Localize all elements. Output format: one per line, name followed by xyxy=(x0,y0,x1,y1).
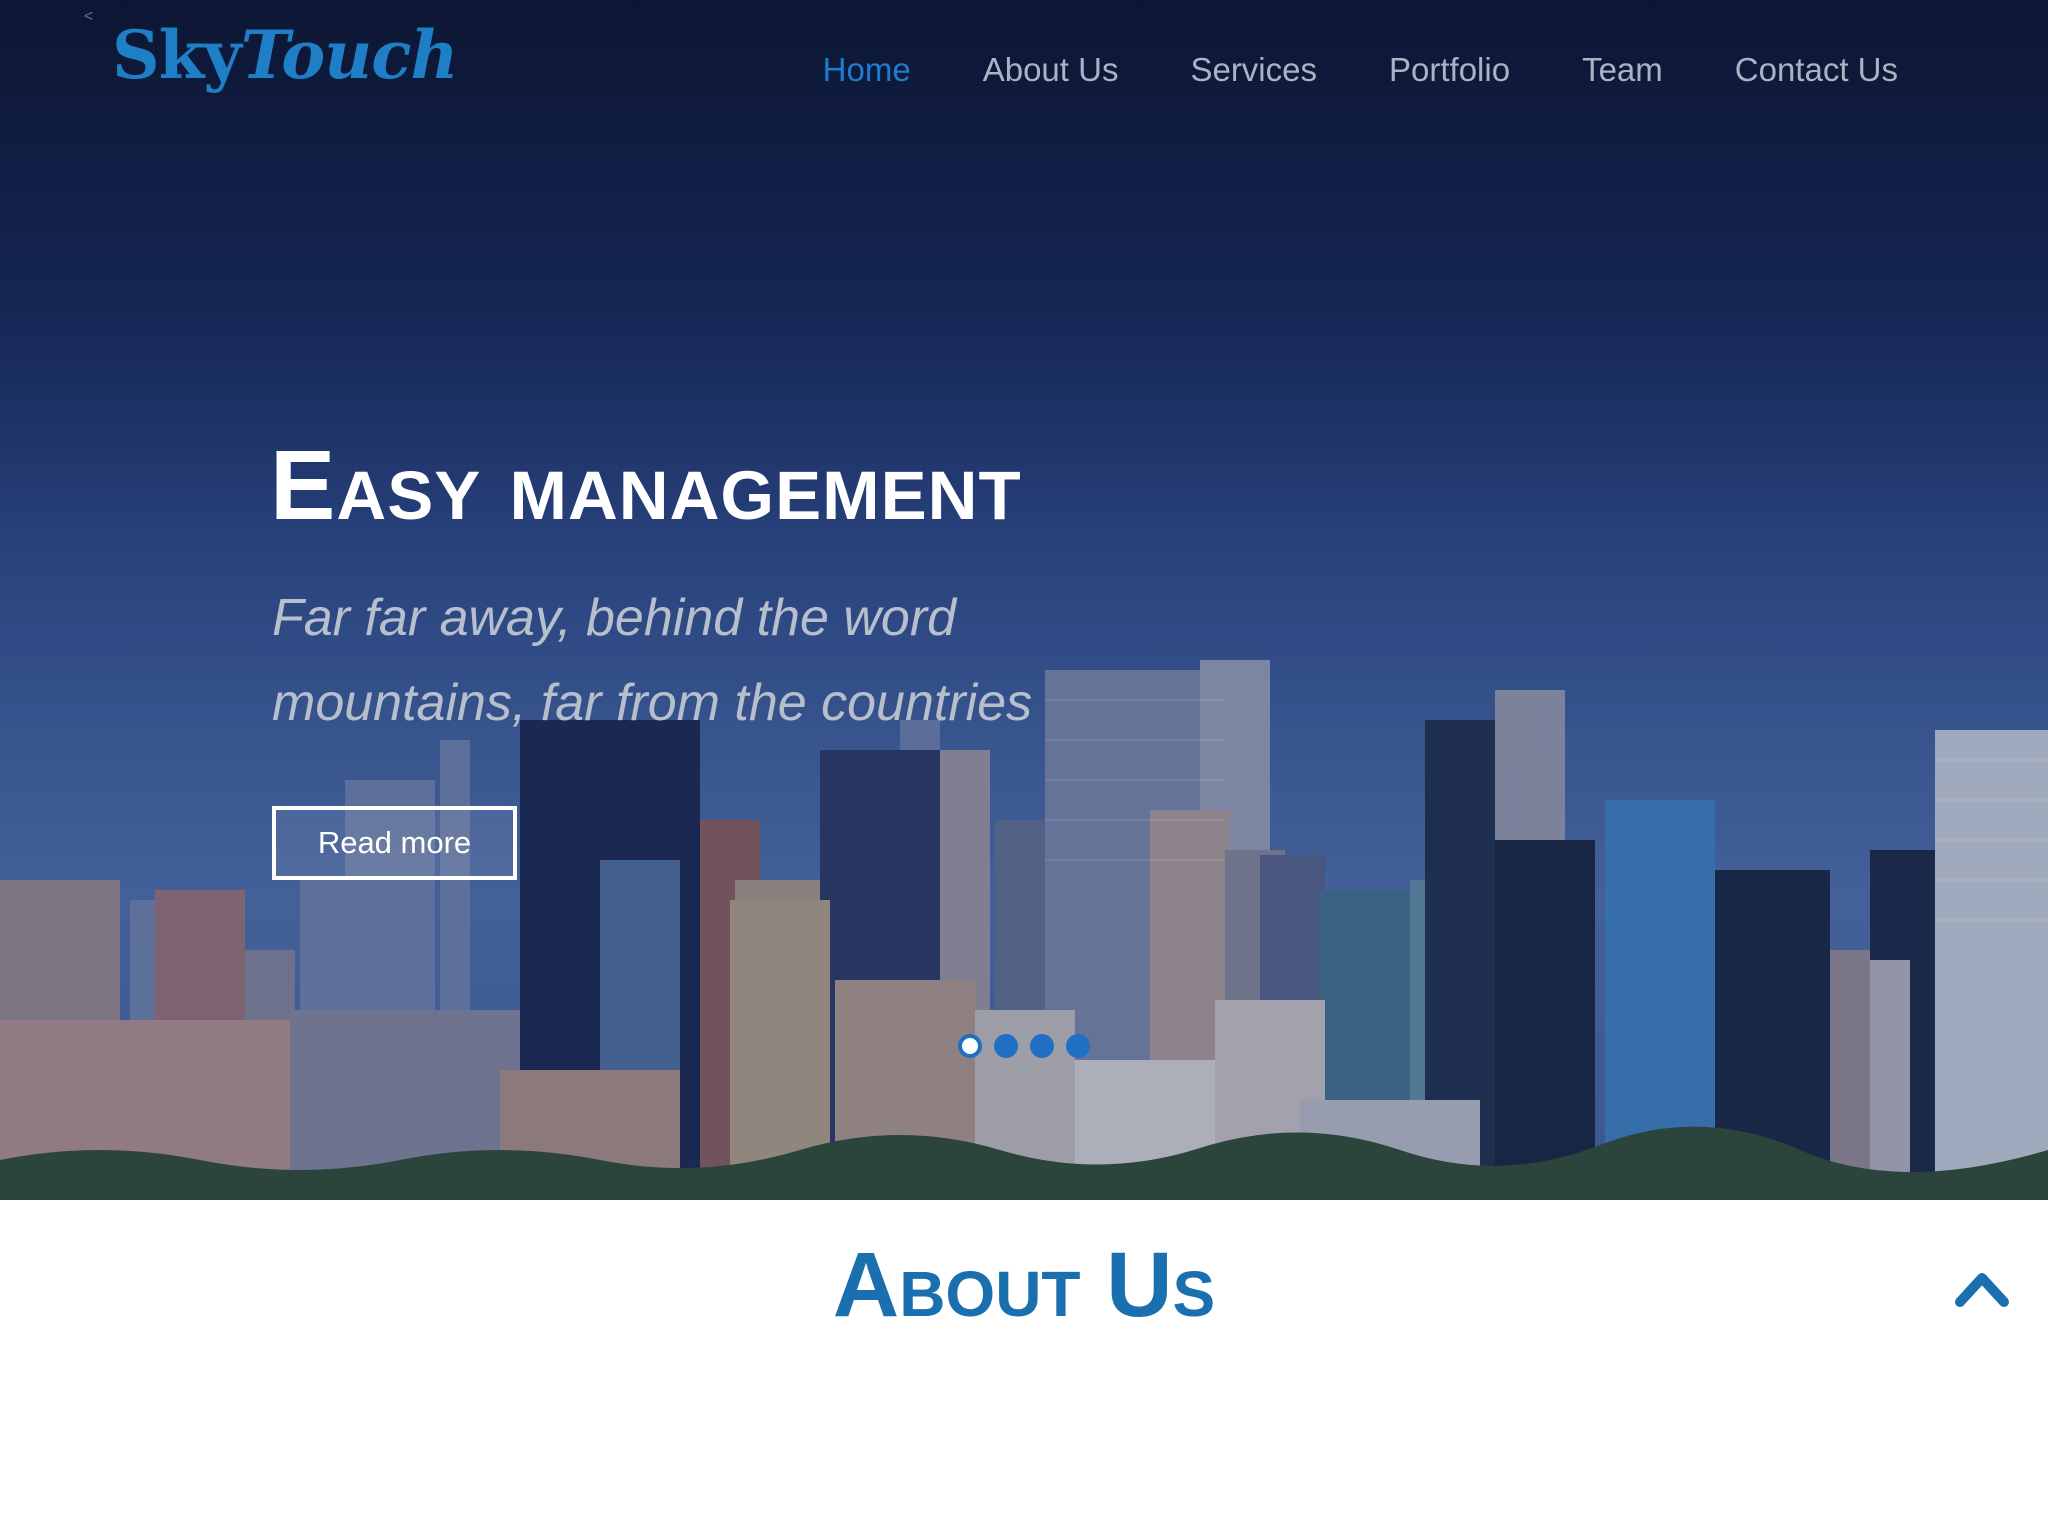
carousel-dot-3[interactable] xyxy=(1030,1034,1054,1058)
carousel-dot-4[interactable] xyxy=(1066,1034,1090,1058)
nav-services[interactable]: Services xyxy=(1190,48,1317,92)
nav-team[interactable]: Team xyxy=(1582,48,1663,92)
hero-slider: < SkyTouch Home About Us Services Portfo… xyxy=(0,0,2048,1200)
nav-about-us[interactable]: About Us xyxy=(983,48,1119,92)
read-more-button[interactable]: Read more xyxy=(272,806,517,880)
site-logo[interactable]: SkyTouch xyxy=(112,22,458,88)
carousel-dot-2[interactable] xyxy=(994,1034,1018,1058)
page: < SkyTouch Home About Us Services Portfo… xyxy=(0,0,2048,1536)
hero-title: Easy management xyxy=(270,430,1022,540)
nav-portfolio[interactable]: Portfolio xyxy=(1389,48,1510,92)
back-caret[interactable]: < xyxy=(84,8,93,26)
about-section-title: About Us xyxy=(832,1234,1216,1336)
logo-touch: Touch xyxy=(240,16,459,94)
hero-subtitle: Far far away, behind the word mountains,… xyxy=(272,589,1033,732)
main-nav: Home About Us Services Portfolio Team Co… xyxy=(751,48,1898,92)
chevron-up-icon[interactable] xyxy=(1954,1268,2010,1308)
carousel-dot-1[interactable] xyxy=(958,1034,982,1058)
nav-contact-us[interactable]: Contact Us xyxy=(1735,48,1898,92)
nav-home[interactable]: Home xyxy=(823,48,911,92)
logo-sky: Sky xyxy=(112,16,242,94)
carousel-indicators xyxy=(958,1034,1090,1058)
